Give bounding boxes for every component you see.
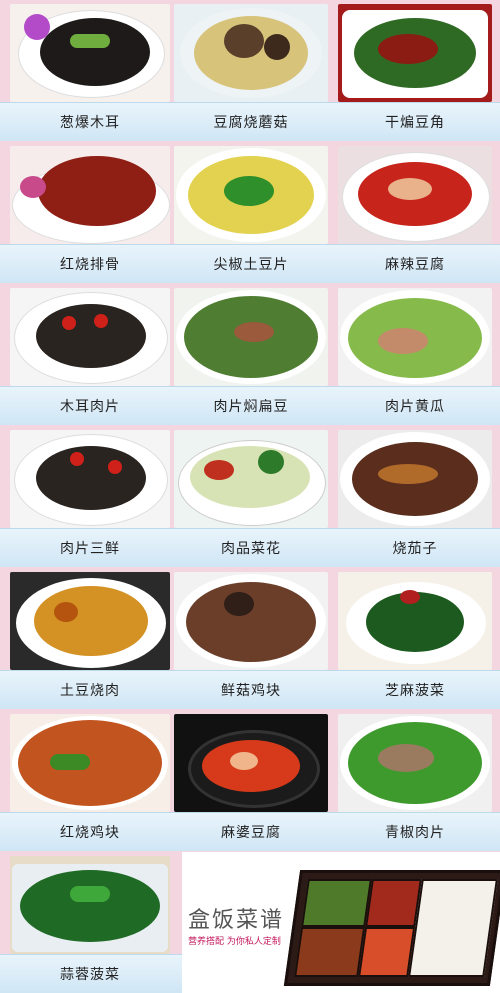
dish-photo — [338, 572, 492, 670]
dish-name: 芝麻菠菜 — [385, 683, 445, 699]
dish-card[interactable]: 肉片黄瓜 — [338, 284, 492, 424]
dish-name: 青椒肉片 — [385, 825, 445, 841]
dish-photo — [174, 572, 328, 670]
dish-photo — [338, 430, 492, 528]
dish-photo — [10, 288, 170, 386]
promo-title: 盒饭菜谱 — [188, 908, 285, 933]
menu-row: 红烧鸡块 麻婆豆腐 青椒肉片 — [0, 710, 500, 851]
dish-card[interactable]: 鲜菇鸡块 — [174, 568, 328, 708]
menu-row: 土豆烧肉 鲜菇鸡块 芝麻菠菜 — [0, 568, 500, 709]
dish-card[interactable]: 豆腐烧蘑菇 — [174, 0, 328, 140]
dish-photo — [10, 714, 170, 812]
dish-name: 肉片黄瓜 — [385, 399, 445, 415]
dish-photo — [338, 288, 492, 386]
dish-name: 肉片焖扁豆 — [213, 399, 289, 415]
dish-photo — [10, 430, 170, 528]
dish-photo — [174, 430, 328, 528]
dish-card[interactable]: 芝麻菠菜 — [338, 568, 492, 708]
dish-card[interactable]: 青椒肉片 — [338, 710, 492, 850]
menu-row: 葱爆木耳 豆腐烧蘑菇 干煸豆角 — [0, 0, 500, 141]
dish-name: 豆腐烧蘑菇 — [213, 115, 289, 131]
dish-card[interactable]: 红烧鸡块 — [10, 710, 170, 850]
dish-name: 红烧排骨 — [60, 257, 120, 273]
dish-photo — [10, 856, 170, 954]
dish-name: 肉片三鲜 — [60, 541, 120, 557]
dish-name: 烧茄子 — [392, 541, 438, 557]
dish-photo — [10, 146, 170, 244]
dish-photo — [338, 146, 492, 244]
dish-card[interactable]: 麻辣豆腐 — [338, 142, 492, 282]
promo-subtitle: 营养搭配 为你私人定制 — [188, 937, 281, 947]
dish-card[interactable]: 肉品菜花 — [174, 426, 328, 566]
dish-photo — [174, 146, 328, 244]
dish-card[interactable]: 肉片三鲜 — [10, 426, 170, 566]
dish-card[interactable]: 烧茄子 — [338, 426, 492, 566]
dish-name: 葱爆木耳 — [60, 115, 120, 131]
menu-row: 肉片三鲜 肉品菜花 烧茄子 — [0, 426, 500, 567]
dish-card[interactable]: 土豆烧肉 — [10, 568, 170, 708]
dish-photo — [10, 4, 170, 102]
dish-card[interactable]: 干煸豆角 — [338, 0, 492, 140]
dish-photo — [10, 572, 170, 670]
menu-row: 木耳肉片 肉片焖扁豆 肉片黄瓜 — [0, 284, 500, 425]
dish-card[interactable]: 红烧排骨 — [10, 142, 170, 282]
dish-name: 木耳肉片 — [60, 399, 120, 415]
dish-name: 麻婆豆腐 — [221, 825, 281, 841]
dish-name: 麻辣豆腐 — [385, 257, 445, 273]
dish-card[interactable]: 麻婆豆腐 — [174, 710, 328, 850]
bento-box-image — [283, 870, 500, 986]
dish-name: 鲜菇鸡块 — [221, 683, 281, 699]
dish-card[interactable]: 木耳肉片 — [10, 284, 170, 424]
dish-name: 蒜蓉菠菜 — [60, 967, 120, 983]
dish-name: 尖椒土豆片 — [213, 257, 289, 273]
dish-name: 土豆烧肉 — [60, 683, 120, 699]
menu-row: 红烧排骨 尖椒土豆片 麻辣豆腐 — [0, 142, 500, 283]
dish-photo — [174, 4, 328, 102]
dish-name: 干煸豆角 — [385, 115, 445, 131]
dish-name: 红烧鸡块 — [60, 825, 120, 841]
dish-name: 肉品菜花 — [221, 541, 281, 557]
dish-card[interactable]: 肉片焖扁豆 — [174, 284, 328, 424]
dish-photo — [338, 4, 492, 102]
promo-banner: 盒饭菜谱 营养搭配 为你私人定制 — [182, 852, 500, 993]
dish-card[interactable]: 葱爆木耳 — [10, 0, 170, 140]
dish-card[interactable]: 尖椒土豆片 — [174, 142, 328, 282]
dish-photo — [338, 714, 492, 812]
menu-page: 葱爆木耳 豆腐烧蘑菇 干煸豆角 红烧排骨 尖椒土豆片 麻辣豆腐 木耳肉片 肉片焖… — [0, 0, 500, 993]
dish-card[interactable]: 蒜蓉菠菜 — [10, 852, 170, 992]
dish-photo — [174, 288, 328, 386]
dish-photo — [174, 714, 328, 812]
